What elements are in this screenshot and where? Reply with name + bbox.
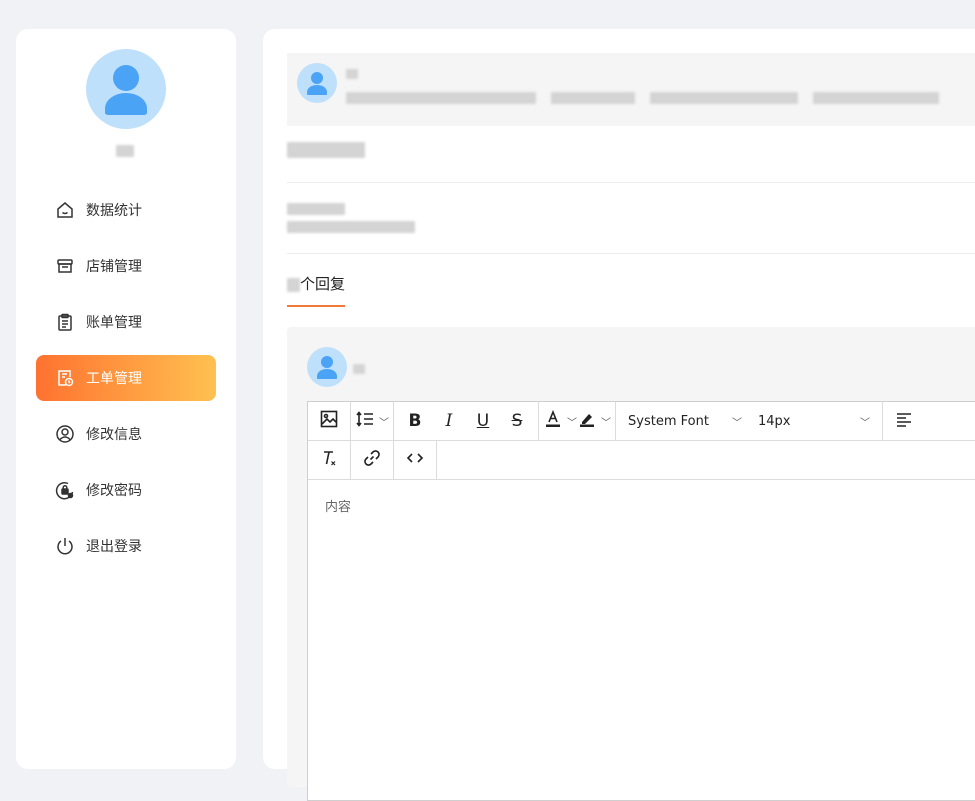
sidebar-item-logout[interactable]: 退出登录 xyxy=(36,523,216,569)
redacted-text xyxy=(551,92,636,104)
chevron-down-icon: ﹀ xyxy=(601,417,611,429)
sidebar-item-label: 退出登录 xyxy=(86,539,142,555)
store-icon xyxy=(54,255,76,277)
toolbar-group-clear xyxy=(308,441,351,479)
sidebar: 数据统计 店铺管理 账单管理 工单管理 修改信息 修改密码 退出登录 xyxy=(16,29,236,769)
avatar-head xyxy=(321,356,333,368)
bold-icon: B xyxy=(408,411,422,431)
highlight-color-button[interactable]: ﹀ xyxy=(577,406,611,436)
sidebar-item-label: 修改信息 xyxy=(86,427,142,443)
clear-format-button[interactable] xyxy=(312,445,346,475)
ticket-title-row xyxy=(287,126,975,183)
sidebar-item-edit-info[interactable]: 修改信息 xyxy=(36,411,216,457)
chevron-down-icon: ﹀ xyxy=(567,417,577,429)
sidebar-item-label: 账单管理 xyxy=(86,315,142,331)
line-height-button[interactable]: ﹀ xyxy=(355,406,389,436)
font-size-value: 14px xyxy=(758,413,791,429)
sidebar-item-label: 修改密码 xyxy=(86,483,142,499)
username-redacted xyxy=(116,145,134,157)
text-color-button[interactable]: ﹀ xyxy=(543,406,577,436)
underline-button[interactable]: U xyxy=(466,406,500,436)
avatar-body xyxy=(317,369,337,379)
toolbar-group-font: System Font ﹀ 14px ﹀ xyxy=(616,402,883,440)
code-view-button[interactable] xyxy=(398,445,432,475)
chevron-down-icon: ﹀ xyxy=(860,417,870,429)
editor-toolbar-row-2 xyxy=(308,441,975,480)
ticket-author-avatar xyxy=(297,63,337,103)
redacted-text xyxy=(287,142,365,158)
redacted-text xyxy=(287,221,415,233)
power-icon xyxy=(54,535,76,557)
reply-count-label: 个回复 xyxy=(300,275,346,293)
toolbar-group-link xyxy=(351,441,394,479)
sidebar-item-label: 数据统计 xyxy=(86,203,142,219)
main-panel: 个回复 ﹀ B I U S ﹀ ﹀ System Font ﹀ 14px ﹀ 内… xyxy=(263,29,975,801)
strikethrough-button[interactable]: S xyxy=(500,406,534,436)
toolbar-group-spacing: ﹀ xyxy=(351,402,394,440)
font-family-select[interactable]: System Font ﹀ xyxy=(620,406,750,436)
sidebar-item-store[interactable]: 店铺管理 xyxy=(36,243,216,289)
editor-content-area[interactable]: 内容 xyxy=(308,480,975,531)
italic-button[interactable]: I xyxy=(432,406,466,436)
toolbar-group-insert xyxy=(308,402,351,440)
redacted-text xyxy=(346,69,358,79)
italic-icon: I xyxy=(445,411,453,431)
align-left-icon xyxy=(894,409,914,434)
sidebar-item-label: 工单管理 xyxy=(86,371,142,387)
line-height-icon xyxy=(355,409,375,434)
link-icon xyxy=(362,448,382,473)
lock-gear-icon xyxy=(54,479,76,501)
reply-count-redacted xyxy=(287,278,300,292)
sidebar-item-label: 店铺管理 xyxy=(86,259,142,275)
image-icon xyxy=(319,409,339,434)
avatar-head xyxy=(113,65,139,91)
home-icon xyxy=(54,199,76,221)
ticket-meta-redacted xyxy=(346,69,940,108)
ticket-icon xyxy=(54,367,76,389)
font-family-value: System Font xyxy=(628,413,709,429)
underline-icon: U xyxy=(476,411,490,431)
chevron-down-icon: ﹀ xyxy=(732,417,742,429)
insert-link-button[interactable] xyxy=(355,445,389,475)
toolbar-group-color: ﹀ ﹀ xyxy=(539,402,616,440)
editor-toolbar-row-1: ﹀ B I U S ﹀ ﹀ System Font ﹀ 14px ﹀ xyxy=(308,402,975,441)
sidebar-menu: 数据统计 店铺管理 账单管理 工单管理 修改信息 修改密码 退出登录 xyxy=(36,187,216,579)
redacted-text xyxy=(813,92,940,104)
chevron-down-icon: ﹀ xyxy=(379,417,389,429)
avatar-head xyxy=(311,72,323,84)
clear-format-icon xyxy=(319,448,339,473)
reply-composer: ﹀ B I U S ﹀ ﹀ System Font ﹀ 14px ﹀ 内容 xyxy=(287,327,975,801)
editor-placeholder: 内容 xyxy=(325,500,352,515)
strikethrough-icon: S xyxy=(511,411,523,431)
bold-button[interactable]: B xyxy=(398,406,432,436)
user-circle-icon xyxy=(54,423,76,445)
avatar-body xyxy=(105,93,147,115)
toolbar-group-format: B I U S xyxy=(394,402,539,440)
toolbar-group-align xyxy=(883,402,925,440)
sidebar-item-bills[interactable]: 账单管理 xyxy=(36,299,216,345)
font-size-select[interactable]: 14px ﹀ xyxy=(750,406,878,436)
sidebar-item-tickets[interactable]: 工单管理 xyxy=(36,355,216,401)
ticket-header xyxy=(287,53,975,126)
avatar-body xyxy=(307,85,327,95)
redacted-text xyxy=(346,92,536,104)
sidebar-item-change-password[interactable]: 修改密码 xyxy=(36,467,216,513)
ticket-content-row xyxy=(287,183,975,254)
redacted-text xyxy=(287,203,345,215)
bill-icon xyxy=(54,311,76,333)
current-user-name-redacted xyxy=(353,364,365,374)
user-avatar[interactable] xyxy=(86,49,166,129)
highlighter-icon xyxy=(577,409,597,434)
align-left-button[interactable] xyxy=(887,406,921,436)
tab-replies[interactable]: 个回复 xyxy=(287,273,346,307)
redacted-text xyxy=(650,92,799,104)
current-user-avatar xyxy=(307,347,347,387)
rich-text-editor: ﹀ B I U S ﹀ ﹀ System Font ﹀ 14px ﹀ 内容 xyxy=(307,401,975,801)
toolbar-group-code xyxy=(394,441,437,479)
sidebar-item-statistics[interactable]: 数据统计 xyxy=(36,187,216,233)
code-icon xyxy=(405,448,425,473)
text-color-icon xyxy=(543,409,563,434)
insert-image-button[interactable] xyxy=(312,406,346,436)
